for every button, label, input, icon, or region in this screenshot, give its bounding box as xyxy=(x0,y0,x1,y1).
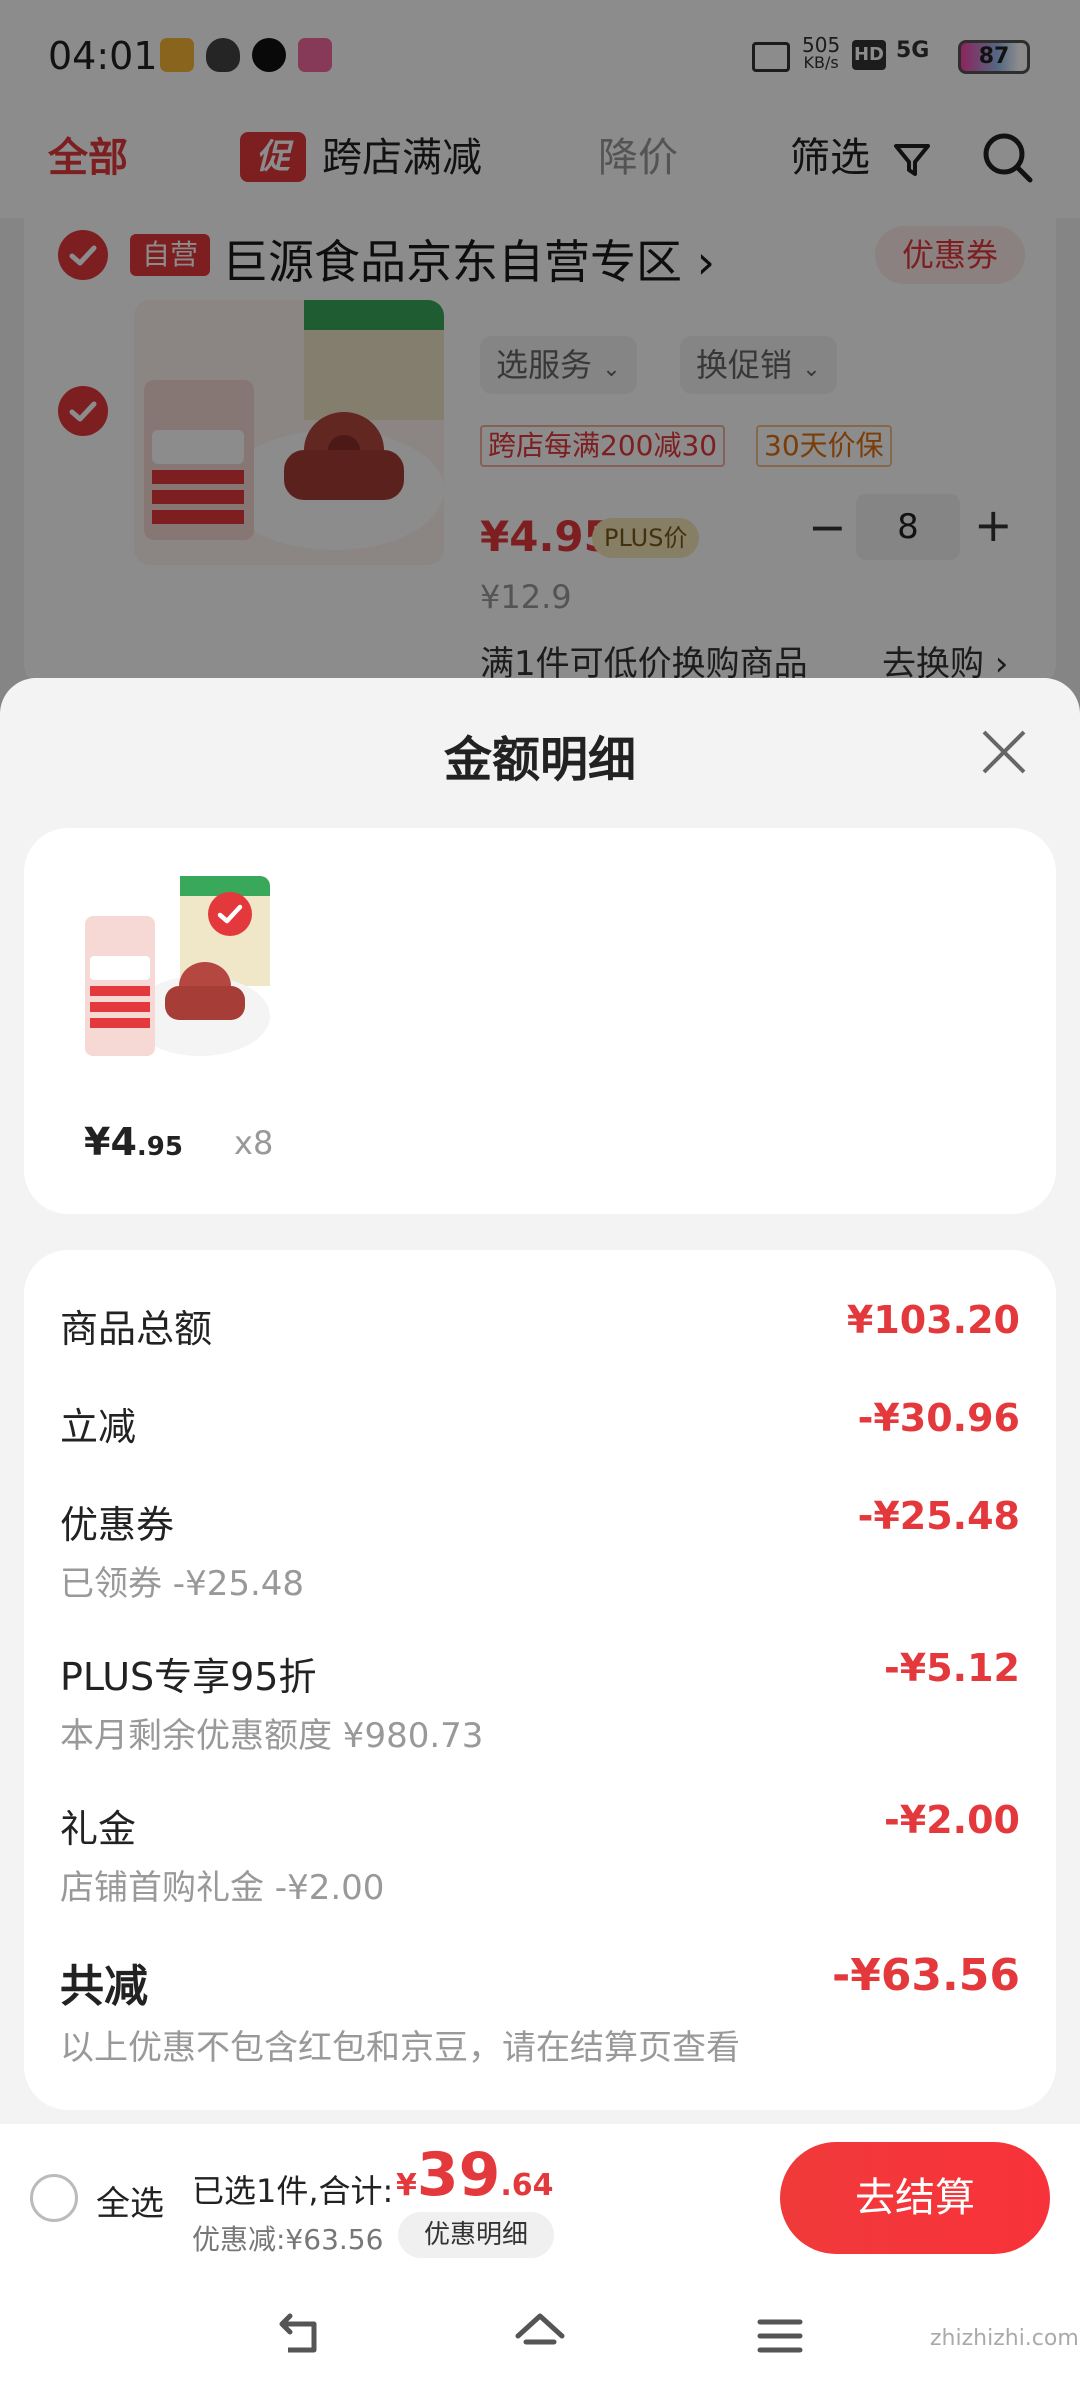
row-value-total-discount: -¥63.56 xyxy=(831,1950,1020,2001)
home-icon[interactable] xyxy=(510,2306,570,2366)
sheet-title: 金额明细 xyxy=(443,732,636,788)
menu-icon[interactable] xyxy=(750,2306,810,2366)
item-selected-check-icon xyxy=(208,892,252,936)
select-all-label[interactable]: 全选 xyxy=(96,2176,164,2225)
row-label-gift: 礼金 xyxy=(60,1807,137,1851)
discount-detail-button[interactable]: 优惠明细 xyxy=(398,2212,554,2258)
select-all-radio[interactable] xyxy=(30,2174,78,2222)
selected-count-label: 已选1件,合计: xyxy=(192,2172,394,2210)
row-label-total-discount: 共减 xyxy=(60,1961,148,2012)
row-value-gift: -¥2.00 xyxy=(884,1798,1020,1842)
close-icon[interactable] xyxy=(976,724,1032,780)
item-price: ¥4.95 xyxy=(84,1120,183,1164)
row-label-coupon: 优惠券 xyxy=(60,1503,175,1547)
row-value-plus: -¥5.12 xyxy=(884,1646,1020,1690)
row-sub-gift: 店铺首购礼金 -¥2.00 xyxy=(60,1868,385,1908)
discount-summary: 优惠减:¥63.56 xyxy=(192,2223,384,2256)
row-label-plus: PLUS专享95折 xyxy=(60,1655,317,1699)
row-sub-total-note: 以上优惠不包含红包和京豆，请在结算页查看 xyxy=(60,2028,740,2068)
row-sub-plus: 本月剩余优惠额度 ¥980.73 xyxy=(60,1716,484,1756)
checkout-button[interactable]: 去结算 xyxy=(780,2142,1050,2254)
row-sub-coupon: 已领券 -¥25.48 xyxy=(60,1564,305,1604)
row-label-instant-discount: 立减 xyxy=(60,1405,137,1449)
watermark: zhizhizhi.com xyxy=(930,2326,1079,2351)
row-label-goods-total: 商品总额 xyxy=(60,1307,213,1351)
row-value-instant-discount: -¥30.96 xyxy=(857,1396,1020,1440)
total-amount: ¥39.64 xyxy=(396,2140,554,2210)
item-quantity: x8 xyxy=(234,1124,274,1162)
row-value-coupon: -¥25.48 xyxy=(857,1494,1020,1538)
row-value-goods-total: ¥103.20 xyxy=(846,1298,1020,1342)
back-icon[interactable] xyxy=(270,2306,330,2366)
